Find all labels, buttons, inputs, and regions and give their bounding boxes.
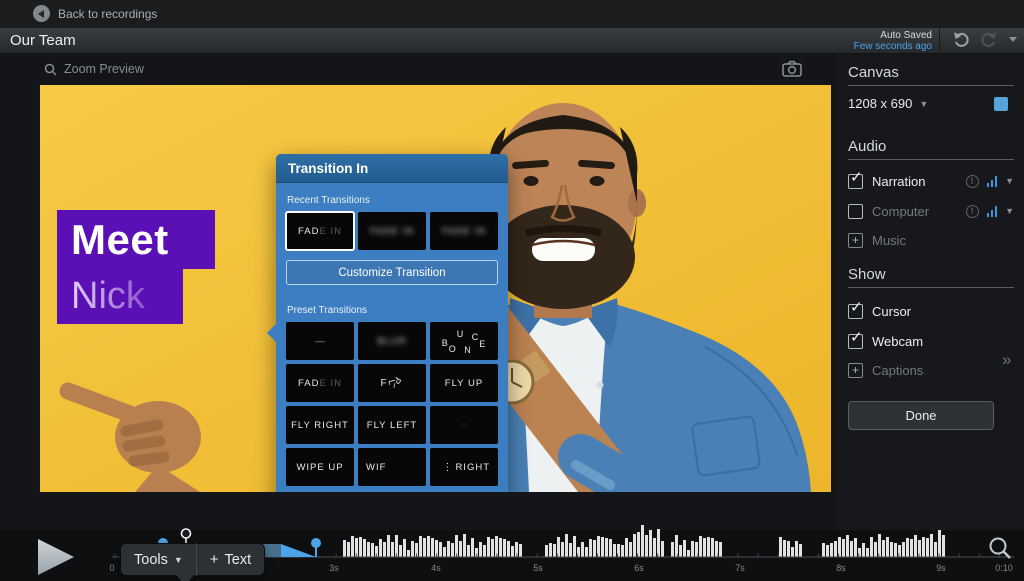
audio-row-narration: ✓ Narration ! ▼	[848, 171, 1014, 191]
tick-label: 6s	[634, 563, 644, 573]
overlay-line-nick: Nick	[57, 269, 183, 324]
tools-dropdown-button[interactable]: Tools ▼	[121, 552, 196, 568]
video-canvas[interactable]: Meet Nick Transition In Recent Transitio…	[40, 85, 831, 492]
title-bar: Our Team Auto Saved Few seconds ago	[0, 28, 1024, 54]
chevron-down-icon: ▼	[174, 555, 183, 565]
preset-transition-tile[interactable]: ···	[430, 406, 498, 444]
preset-transition-tile[interactable]: WIF	[358, 448, 426, 486]
preset-transition-tile[interactable]: FADE IN	[286, 364, 354, 402]
customize-transition-button[interactable]: Customize Transition	[286, 260, 498, 285]
canvas-color-swatch[interactable]	[994, 97, 1008, 111]
plus-icon: +	[210, 551, 219, 568]
chevron-down-icon[interactable]: ▼	[1005, 176, 1014, 186]
tools-pill-pointer	[176, 575, 194, 581]
volume-bars-icon[interactable]	[987, 176, 998, 187]
add-music-icon[interactable]: +	[848, 233, 863, 248]
audio-row-music: + Music	[848, 230, 1014, 250]
camera-snapshot-icon[interactable]	[782, 60, 802, 77]
tick-label: 3s	[329, 563, 339, 573]
recent-transitions-label: Recent Transitions	[287, 195, 498, 206]
canvas-size-dropdown[interactable]: 1208 x 690▼	[848, 96, 928, 111]
tick-label: 0	[109, 563, 114, 573]
tick-label: 8s	[836, 563, 846, 573]
transition-in-popup: Transition In Recent Transitions FADE IN…	[276, 154, 508, 492]
preset-transition-tile[interactable]: FLY UP	[430, 364, 498, 402]
preset-transition-tile[interactable]: FLY RIGHT	[286, 406, 354, 444]
tools-pill: Tools ▼ + Text	[120, 543, 265, 576]
captions-label: Captions	[872, 363, 923, 378]
collapse-sidebar-chevrons[interactable]: »	[1002, 350, 1011, 370]
redo-icon[interactable]	[980, 31, 998, 47]
cursor-checkbox[interactable]: ✓	[848, 304, 863, 319]
recent-transition-tile[interactable]: FADE IN	[430, 212, 498, 250]
undo-icon[interactable]	[952, 31, 970, 47]
tick-label: 0:10	[995, 563, 1013, 573]
zoom-preview-label: Zoom Preview	[64, 62, 144, 76]
computer-checkbox[interactable]	[848, 204, 863, 219]
recent-transition-tile[interactable]: FADE IN	[286, 212, 354, 250]
tick-label: 7s	[735, 563, 745, 573]
done-button[interactable]: Done	[848, 401, 994, 430]
preset-transition-tile[interactable]: FLIP	[358, 364, 426, 402]
settings-sidebar: Canvas 1208 x 690▼ Audio ✓ Narration ! ▼…	[836, 54, 1024, 530]
chevron-down-icon: ▼	[919, 99, 928, 109]
recent-transition-tile[interactable]: FADE IN	[358, 212, 426, 250]
alert-icon: !	[966, 205, 979, 218]
alert-icon: !	[966, 175, 979, 188]
preset-transition-tile[interactable]: ⋮RIGHT	[430, 448, 498, 486]
narration-label: Narration	[872, 174, 925, 189]
music-label: Music	[872, 233, 906, 248]
overlay-line-meet: Meet	[57, 210, 215, 269]
audio-heading: Audio	[848, 138, 886, 155]
preset-transition-tile[interactable]: BOUNCE	[430, 322, 498, 360]
preview-panel: Zoom Preview	[0, 54, 836, 530]
text-overlay-element[interactable]: Meet Nick	[57, 210, 215, 324]
chevron-down-icon[interactable]: ▼	[1005, 206, 1014, 216]
preset-transition-tile[interactable]: FLY LEFT	[358, 406, 426, 444]
transition-end-pin[interactable]	[311, 538, 321, 557]
preset-transition-tile[interactable]: BLUR	[358, 322, 426, 360]
tick-label: 4s	[431, 563, 441, 573]
popup-header[interactable]: Transition In	[276, 154, 508, 183]
computer-label: Computer	[872, 204, 929, 219]
tools-label: Tools	[134, 552, 168, 568]
history-dropdown-icon[interactable]	[1008, 31, 1018, 47]
add-text-button[interactable]: + Text	[197, 551, 264, 568]
cursor-label: Cursor	[872, 304, 911, 319]
project-title: Our Team	[10, 32, 76, 49]
back-label: Back to recordings	[58, 7, 157, 21]
show-row-webcam: ✓ Webcam	[848, 331, 1014, 351]
add-captions-icon[interactable]: +	[848, 363, 863, 378]
audio-row-computer: Computer ! ▼	[848, 201, 1014, 221]
popup-pointer	[267, 324, 276, 342]
preset-transitions-grid: —BLURBOUNCE FADE INFLIPFLY UP FLY RIGHTFLY…	[286, 322, 498, 486]
back-to-recordings-button[interactable]: Back to recordings	[33, 5, 157, 22]
popup-title: Transition In	[288, 161, 368, 176]
video-editor-app: Back to recordings Our Team Auto Saved F…	[0, 0, 1024, 581]
show-row-captions: + Captions	[848, 360, 1014, 380]
back-arrow-icon	[33, 5, 50, 22]
preset-transition-tile[interactable]: WIPE UP	[286, 448, 354, 486]
magnifier-icon	[44, 63, 57, 76]
preset-transitions-label: Preset Transitions	[287, 305, 498, 316]
webcam-label: Webcam	[872, 334, 923, 349]
webcam-checkbox[interactable]: ✓	[848, 334, 863, 349]
volume-bars-icon[interactable]	[987, 206, 998, 217]
show-row-cursor: ✓ Cursor	[848, 301, 1014, 321]
add-text-label: Text	[225, 552, 252, 568]
canvas-heading: Canvas	[848, 64, 899, 81]
timeline-zoom-icon[interactable]	[988, 536, 1012, 560]
preset-transition-tile[interactable]: —	[286, 322, 354, 360]
autosave-status: Auto Saved Few seconds ago	[854, 30, 932, 52]
recent-transitions-row: FADE INFADE INFADE IN	[286, 212, 498, 250]
top-bar: Back to recordings	[0, 0, 1024, 28]
tick-label: 9s	[936, 563, 946, 573]
zoom-preview-control[interactable]: Zoom Preview	[44, 62, 144, 76]
tick-label: 5s	[533, 563, 543, 573]
narration-checkbox[interactable]: ✓	[848, 174, 863, 189]
show-heading: Show	[848, 266, 886, 283]
